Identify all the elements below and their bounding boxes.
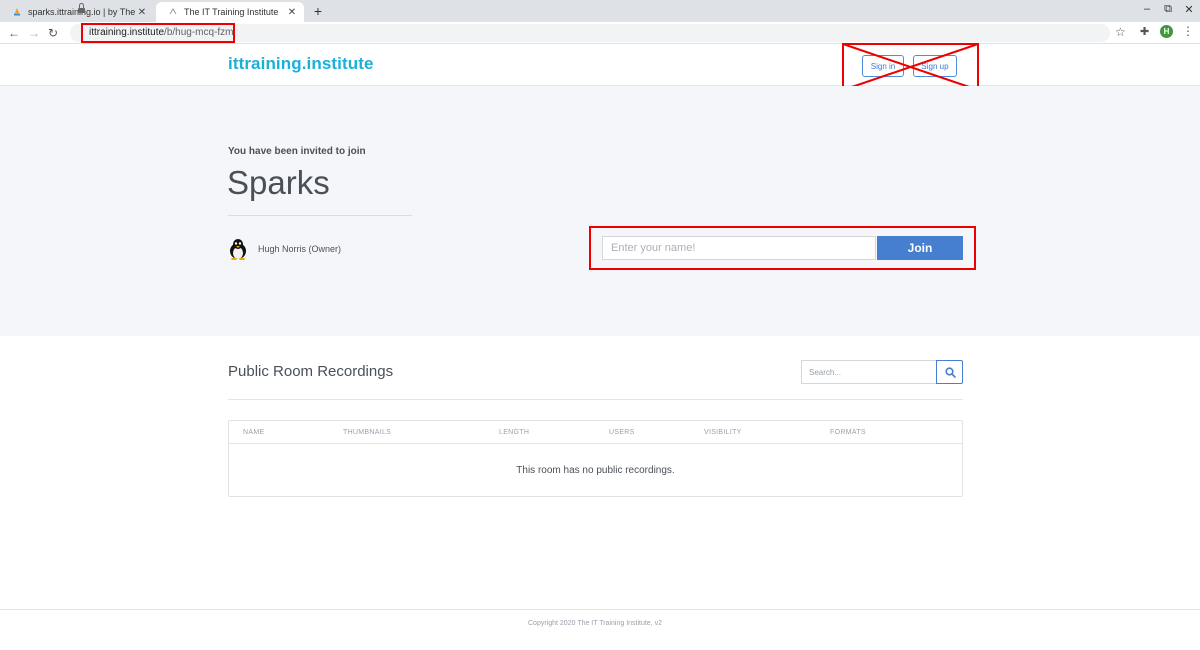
column-header-thumbnails: THUMBNAILS [343,429,392,436]
column-header-length: LENGTH [499,429,530,436]
divider [228,399,963,400]
recordings-search-button[interactable] [936,360,963,384]
search-icon [945,367,956,378]
reload-icon[interactable]: ↻ [45,24,61,42]
name-input[interactable] [602,236,876,260]
join-button[interactable]: Join [877,236,963,260]
lock-icon [78,3,85,14]
browser-menu-icon[interactable]: ⋮ [1182,24,1194,38]
site-footer [0,609,1200,650]
column-header-formats: FORMATS [830,429,866,436]
red-cross-annotation [842,43,979,91]
table-header-row: NAME THUMBNAILS LENGTH USERS VISIBILITY … [229,421,962,444]
site-logo[interactable]: ittraining.institute [228,54,374,74]
copyright-text: Copyright 2020 The IT Training Institute… [528,620,662,627]
tab-favicon-icon [168,7,178,17]
owner-avatar [228,238,248,261]
close-window-icon[interactable]: ✕ [1182,3,1196,16]
browser-tab-sparks[interactable]: sparks.ittraining.io | by The IT ✕ [0,2,154,22]
site-header [0,44,1200,86]
recordings-search-input[interactable] [801,360,937,384]
room-owner-name: Hugh Norris (Owner) [258,244,342,254]
tab-close-icon[interactable]: ✕ [286,7,298,18]
browser-tab-it-training[interactable]: The IT Training Institute ✕ [156,2,304,22]
divider [228,215,412,216]
extensions-puzzle-icon[interactable]: ✚ [1140,25,1149,38]
column-header-name: NAME [243,429,265,436]
column-header-users: USERS [609,429,635,436]
recordings-heading: Public Room Recordings [228,363,394,380]
empty-recordings-message: This room has no public recordings. [516,465,675,476]
minimize-icon[interactable]: – [1140,3,1154,15]
browser-tab-strip: sparks.ittraining.io | by The IT ✕ The I… [0,0,1200,22]
back-arrow-icon[interactable]: ← [6,24,22,42]
bookmark-star-icon[interactable]: ☆ [1115,25,1126,39]
restore-icon[interactable]: ⧉ [1161,3,1175,16]
column-header-visibility: VISIBILITY [704,429,742,436]
tab-title: The IT Training Institute [184,7,279,17]
tab-close-icon[interactable]: ✕ [136,7,148,18]
profile-avatar[interactable]: H [1160,25,1173,38]
forward-arrow-icon[interactable]: → [26,24,42,42]
recordings-table: NAME THUMBNAILS LENGTH USERS VISIBILITY … [228,420,963,497]
new-tab-button[interactable]: + [310,2,326,20]
room-title: Sparks [227,164,330,201]
tab-favicon-icon [12,7,22,17]
invite-subtitle: You have been invited to join [228,146,366,157]
url-highlight-box [81,23,235,43]
join-hero-section [0,86,1200,336]
